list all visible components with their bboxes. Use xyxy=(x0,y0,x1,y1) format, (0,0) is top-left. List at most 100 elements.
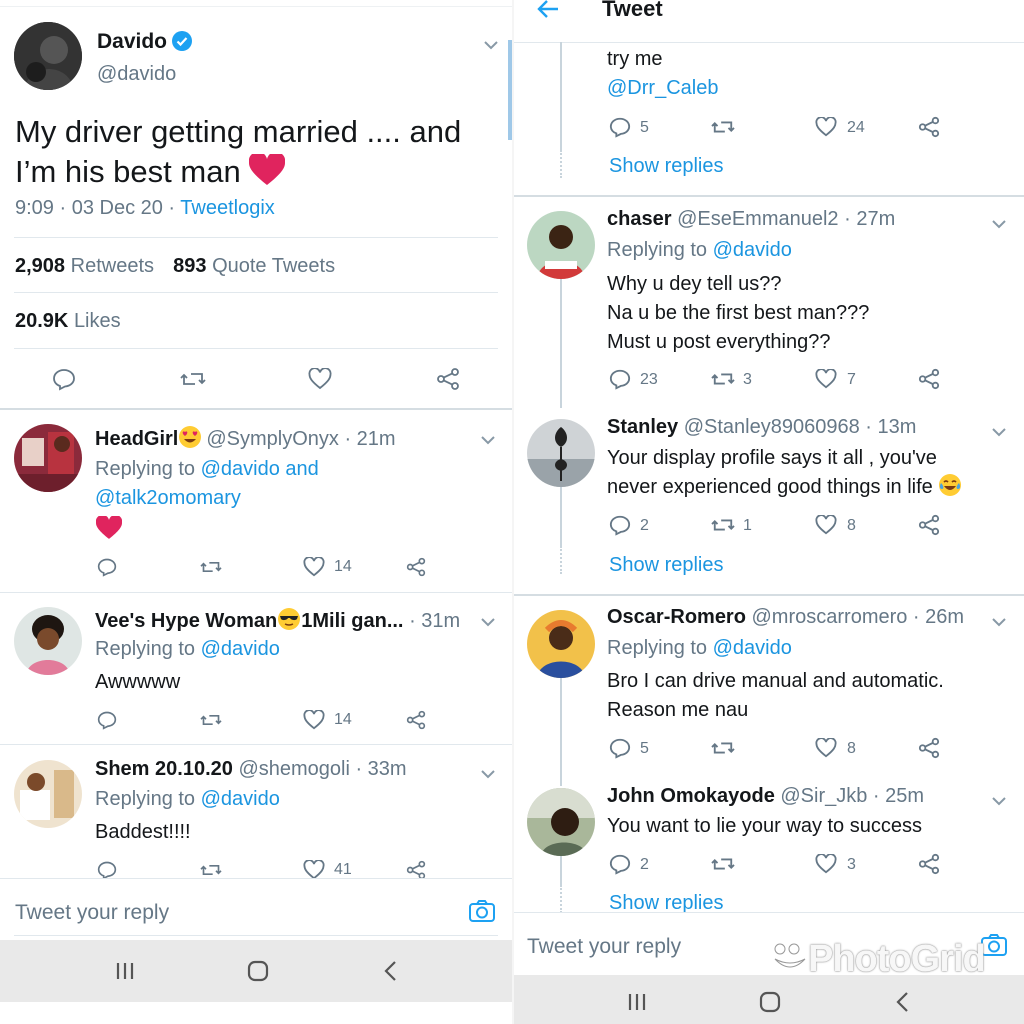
chevron-down-icon[interactable] xyxy=(480,614,496,627)
reply-author-name[interactable]: Shem 20.10.20 xyxy=(95,758,233,780)
retweets-count[interactable]: 2,908 xyxy=(15,255,65,277)
reply-icon[interactable] xyxy=(52,367,75,391)
reply-author-handle[interactable]: @mroscarromero · 26m xyxy=(752,606,965,628)
reply-icon[interactable] xyxy=(609,116,631,138)
retweet-icon[interactable] xyxy=(710,116,735,138)
reply-author-handle[interactable]: @EseEmmanuel2 · 27m xyxy=(677,208,895,230)
retweet-icon[interactable] xyxy=(710,853,735,875)
reply-author-handle[interactable]: @SymplyOnyx · 21m xyxy=(206,428,395,450)
reply-icon[interactable] xyxy=(609,853,631,875)
author-name[interactable]: Davido xyxy=(97,30,167,54)
chevron-down-icon[interactable] xyxy=(991,793,1007,806)
quotes-label[interactable]: Quote Tweets xyxy=(212,255,335,277)
reply-icon[interactable] xyxy=(609,737,631,759)
like-icon[interactable] xyxy=(303,556,325,579)
like-count: 41 xyxy=(334,861,352,878)
reply-icon[interactable] xyxy=(609,368,631,390)
reply-input[interactable]: Tweet your reply xyxy=(15,901,169,925)
retweet-icon[interactable] xyxy=(710,514,735,536)
avatar[interactable] xyxy=(527,610,595,678)
avatar[interactable] xyxy=(527,211,595,279)
retweet-icon[interactable] xyxy=(179,367,206,389)
author-handle[interactable]: @davido xyxy=(97,63,176,86)
share-icon[interactable] xyxy=(918,853,940,875)
like-icon[interactable] xyxy=(815,116,837,139)
recent-apps-icon[interactable] xyxy=(112,958,138,984)
system-navigation-bar xyxy=(514,975,1024,1024)
mention-link[interactable]: @davido xyxy=(713,239,792,261)
avatar[interactable] xyxy=(14,607,82,675)
chevron-down-icon[interactable] xyxy=(480,766,496,779)
reply-author-name[interactable]: Oscar-Romero xyxy=(607,606,746,628)
likes-count[interactable]: 20.9K xyxy=(15,310,68,332)
retweet-icon[interactable] xyxy=(710,737,735,759)
reply-icon[interactable] xyxy=(609,514,631,536)
reply-author-name[interactable]: HeadGirl xyxy=(95,428,178,450)
reply-author-handle[interactable]: @Sir_Jkb · 25m xyxy=(780,785,924,807)
like-count: 14 xyxy=(334,711,352,728)
recent-apps-icon[interactable] xyxy=(624,989,650,1015)
mention-link[interactable]: @Drr_Caleb xyxy=(607,74,718,103)
like-icon[interactable] xyxy=(303,709,325,732)
avatar[interactable] xyxy=(14,424,82,492)
back-icon[interactable] xyxy=(378,958,404,984)
share-icon[interactable] xyxy=(918,737,940,759)
avatar[interactable] xyxy=(14,22,82,90)
reply-input[interactable]: Tweet your reply xyxy=(527,935,681,959)
like-icon[interactable] xyxy=(815,368,837,391)
likes-label[interactable]: Likes xyxy=(74,310,121,332)
avatar[interactable] xyxy=(527,788,595,856)
share-icon[interactable] xyxy=(406,557,428,579)
show-replies-link[interactable]: Show replies xyxy=(609,155,724,178)
like-icon[interactable] xyxy=(815,853,837,876)
share-icon[interactable] xyxy=(918,368,940,390)
share-icon[interactable] xyxy=(918,514,940,536)
page-title: Tweet xyxy=(602,0,663,21)
quotes-count[interactable]: 893 xyxy=(173,255,206,277)
home-icon[interactable] xyxy=(245,958,271,984)
back-arrow-icon[interactable] xyxy=(536,0,560,25)
reply-icon[interactable] xyxy=(97,710,119,732)
chevron-down-icon[interactable] xyxy=(483,37,499,50)
like-icon[interactable] xyxy=(815,737,837,760)
share-icon[interactable] xyxy=(406,710,428,732)
sunglasses-emoji-icon xyxy=(277,607,301,637)
replying-to: Replying to @davido and @talk2omomary xyxy=(95,455,319,513)
mention-link[interactable]: @davido xyxy=(201,638,280,660)
retweet-icon[interactable] xyxy=(199,557,222,579)
reply-author-name[interactable]: chaser xyxy=(607,208,672,230)
share-icon[interactable] xyxy=(918,116,940,138)
retweet-count: 1 xyxy=(743,517,752,534)
reply-author-name[interactable]: John Omokayode xyxy=(607,785,775,807)
chevron-down-icon[interactable] xyxy=(991,614,1007,627)
home-icon[interactable] xyxy=(757,989,783,1015)
reply-composer[interactable]: Tweet your reply xyxy=(0,878,512,940)
like-icon[interactable] xyxy=(815,514,837,537)
avatar[interactable] xyxy=(527,419,595,487)
chevron-down-icon[interactable] xyxy=(991,424,1007,437)
share-icon[interactable] xyxy=(436,367,459,390)
reply-author-name[interactable]: Stanley xyxy=(607,416,678,438)
mention-link[interactable]: @talk2omomary xyxy=(95,484,319,513)
retweet-icon[interactable] xyxy=(710,368,735,390)
reply-author-handle[interactable]: @Stanley89060968 · 13m xyxy=(684,416,917,438)
reply-author-name[interactable]: Vee's Hype Woman xyxy=(95,610,277,632)
mention-link[interactable]: @davido xyxy=(713,637,792,659)
reply-header: Oscar-Romero @mroscarromero · 26m xyxy=(607,606,964,629)
back-icon[interactable] xyxy=(890,989,916,1015)
reply-author-handle[interactable]: @shemogoli · 33m xyxy=(238,758,406,780)
camera-icon[interactable] xyxy=(468,899,496,928)
retweets-label[interactable]: Retweets xyxy=(71,255,154,277)
show-replies-link[interactable]: Show replies xyxy=(609,554,724,577)
chevron-down-icon[interactable] xyxy=(480,432,496,445)
reply-timestamp[interactable]: · 31m xyxy=(409,610,460,632)
mention-link[interactable]: @davido and xyxy=(201,458,319,480)
reply-author-name-cont[interactable]: 1Mili gan... xyxy=(301,610,403,632)
chevron-down-icon[interactable] xyxy=(991,216,1007,229)
reply-icon[interactable] xyxy=(97,557,119,579)
retweet-icon[interactable] xyxy=(199,710,222,732)
like-icon[interactable] xyxy=(308,367,332,390)
mention-link[interactable]: @davido xyxy=(201,788,280,810)
avatar[interactable] xyxy=(14,760,82,828)
tweet-source-link[interactable]: Tweetlogix xyxy=(180,197,275,219)
